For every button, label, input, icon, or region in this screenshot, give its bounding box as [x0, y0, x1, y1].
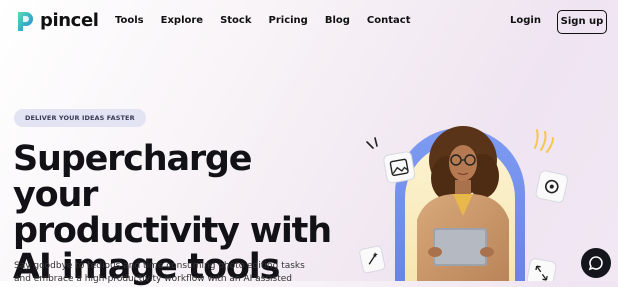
hero-badge: DELIVER YOUR IDEAS FASTER — [14, 109, 146, 127]
hero-subtext: Say goodbye to tedious and time consumin… — [14, 260, 314, 286]
nav-link-stock[interactable]: Stock — [220, 14, 251, 28]
pincel-logo-icon — [18, 12, 33, 31]
top-navbar: pincel Tools Explore Stock Pricing Blog … — [0, 0, 618, 44]
nav-link-blog[interactable]: Blog — [325, 14, 350, 28]
settings-icon — [535, 170, 568, 203]
spark-lines-left — [366, 137, 378, 149]
nav-link-tools[interactable]: Tools — [115, 14, 144, 28]
headline-line-2: productivity with — [13, 211, 332, 251]
image-icon — [383, 151, 416, 184]
nav-links: Tools Explore Stock Pricing Blog Contact — [115, 14, 428, 28]
brand-logo[interactable]: pincel — [16, 10, 99, 32]
chat-bubble-icon — [588, 256, 603, 271]
expand-arrows-icon — [526, 258, 557, 281]
chat-button[interactable] — [581, 248, 611, 278]
signup-button[interactable]: Sign up — [557, 10, 607, 34]
headline-line-1: Supercharge your — [13, 139, 253, 215]
spark-lines-right — [534, 129, 554, 153]
nav-link-contact[interactable]: Contact — [367, 14, 411, 28]
login-link[interactable]: Login — [510, 14, 541, 28]
subtext-line-1: Say goodbye to tedious and time consumin… — [14, 261, 305, 271]
subtext-line-2: and embrace a high-productivity workflow… — [14, 274, 293, 284]
face — [449, 145, 477, 181]
nav-link-pricing[interactable]: Pricing — [269, 14, 308, 28]
hero-illustration — [359, 126, 568, 281]
brand-name: pincel — [40, 10, 99, 31]
nav-link-explore[interactable]: Explore — [161, 14, 203, 28]
sparkle-wand-icon — [359, 245, 386, 274]
